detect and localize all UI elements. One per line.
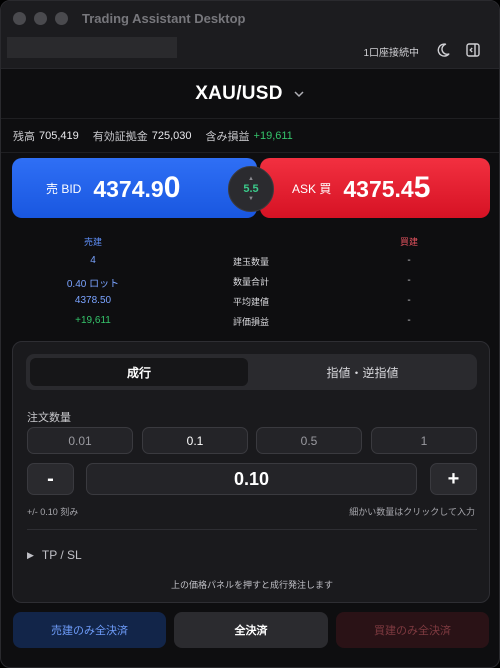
- spread-value: 5.5: [243, 183, 259, 195]
- buy-ask-button[interactable]: ASK 買 4375.45: [260, 158, 490, 218]
- close-buy-only-button[interactable]: 買建のみ全決済: [336, 612, 489, 648]
- minimize-window-button[interactable]: [34, 11, 47, 25]
- order-type-tabs: 成行 指値・逆指値: [26, 354, 477, 390]
- connection-status: 1口座接続中: [363, 48, 419, 59]
- stat-label: 数量合計: [232, 277, 269, 287]
- margin-label: 有効証拠金: [92, 130, 148, 143]
- moon-icon[interactable]: [435, 42, 451, 58]
- sell-value: 0.40 ロット: [66, 279, 120, 290]
- buy-value: -: [407, 255, 411, 266]
- sell-value: 4378.50: [74, 295, 112, 306]
- redacted-account-block: [7, 37, 177, 58]
- step-hint: +/- 0.10 刻み: [27, 507, 79, 517]
- preset-button[interactable]: 0.5: [256, 427, 362, 454]
- balance-value: 705,419: [39, 129, 79, 142]
- preset-button[interactable]: 0.1: [142, 427, 248, 454]
- stats-row: 4 建玉数量 -: [1, 255, 499, 275]
- buy-value: -: [407, 275, 411, 286]
- stats-row: 0.40 ロット 数量合計 -: [1, 275, 499, 295]
- balance-label: 残高: [13, 130, 35, 143]
- ask-price-main: 4375.4: [343, 176, 414, 202]
- quantity-presets: 0.01 0.1 0.5 1: [27, 427, 477, 454]
- disclosure-triangle-icon: ▶: [27, 549, 34, 560]
- buy-value: -: [407, 295, 411, 306]
- tpsl-toggle[interactable]: ▶ TP / SL: [27, 548, 82, 562]
- decrement-button[interactable]: -: [27, 463, 74, 495]
- stats-row: +19,611 評価損益 -: [1, 315, 499, 335]
- spread-badge: ▲ 5.5 ▼: [228, 166, 274, 212]
- pl-value: +19,611: [253, 129, 293, 142]
- tab-limit-stop[interactable]: 指値・逆指値: [252, 358, 473, 386]
- bid-price-pip: 0: [163, 171, 181, 204]
- pl-label: 含み損益: [205, 130, 250, 143]
- fine-input-hint: 細かい数量はクリックして入力: [349, 507, 475, 517]
- buy-value: -: [407, 315, 411, 326]
- caret-up-icon: ▲: [248, 176, 254, 182]
- stat-label: 平均建値: [232, 297, 269, 307]
- bid-price: 4374.90: [93, 171, 180, 205]
- ask-price-pip: 5: [413, 171, 431, 204]
- symbol-selector[interactable]: XAU/USD: [1, 69, 499, 119]
- price-panel: 売 BID 4374.90 ASK 買 4375.45 ▲ 5.5 ▼: [12, 158, 490, 218]
- bid-price-main: 4374.9: [93, 176, 164, 202]
- symbol-name: XAU/USD: [195, 82, 283, 104]
- preset-button[interactable]: 0.01: [27, 427, 133, 454]
- maximize-window-button[interactable]: [55, 11, 68, 25]
- order-panel: 成行 指値・逆指値 注文数量 0.01 0.1 0.5 1 - 0.10 + +…: [12, 341, 490, 603]
- sell-value: 4: [90, 255, 96, 266]
- margin-value: 725,030: [151, 129, 192, 142]
- close-all-bar: 売建のみ全決済 全決済 買建のみ全決済: [13, 612, 489, 648]
- quantity-stepper: - 0.10 +: [27, 463, 477, 495]
- stat-label: 建玉数量: [232, 257, 269, 267]
- bid-label: 売 BID: [46, 181, 82, 196]
- increment-button[interactable]: +: [430, 463, 477, 495]
- close-sell-only-button[interactable]: 売建のみ全決済: [13, 612, 166, 648]
- tpsl-label: TP / SL: [41, 548, 82, 562]
- title-bar: Trading Assistant Desktop: [1, 1, 499, 35]
- tab-market[interactable]: 成行: [30, 358, 248, 386]
- sell-header: 売建: [83, 237, 102, 247]
- stat-label: 評価損益: [232, 317, 269, 327]
- app-window: Trading Assistant Desktop 1口座接続中 XAU/USD…: [0, 0, 500, 668]
- quantity-label: 注文数量: [27, 412, 71, 424]
- order-footnote: 上の価格パネルを押すと成行発注します: [170, 580, 333, 590]
- sell-value: +19,611: [75, 315, 111, 326]
- quantity-input[interactable]: 0.10: [86, 463, 417, 495]
- stats-row: 4378.50 平均建値 -: [1, 295, 499, 315]
- caret-down-icon: ▼: [248, 196, 254, 202]
- close-all-button[interactable]: 全決済: [174, 612, 328, 648]
- sidebar-panel-icon[interactable]: [465, 42, 481, 58]
- chevron-down-icon: [294, 90, 304, 97]
- buy-header: 買建: [399, 237, 418, 247]
- position-stats: 売建 買建 4 建玉数量 - 0.40 ロット 数量合計 - 4378.50 平…: [1, 235, 499, 335]
- close-window-button[interactable]: [13, 11, 26, 25]
- ask-price: 4375.45: [343, 171, 430, 205]
- window-title: Trading Assistant Desktop: [82, 10, 246, 26]
- account-summary: 残高 705,419 有効証拠金 725,030 含み損益 +19,611: [1, 119, 499, 153]
- preset-button[interactable]: 1: [371, 427, 477, 454]
- ask-label: ASK 買: [292, 181, 332, 196]
- toolbar: 1口座接続中: [1, 35, 499, 69]
- divider: [27, 529, 477, 530]
- sell-bid-button[interactable]: 売 BID 4374.90: [12, 158, 257, 218]
- stats-header: 売建 買建: [1, 235, 499, 255]
